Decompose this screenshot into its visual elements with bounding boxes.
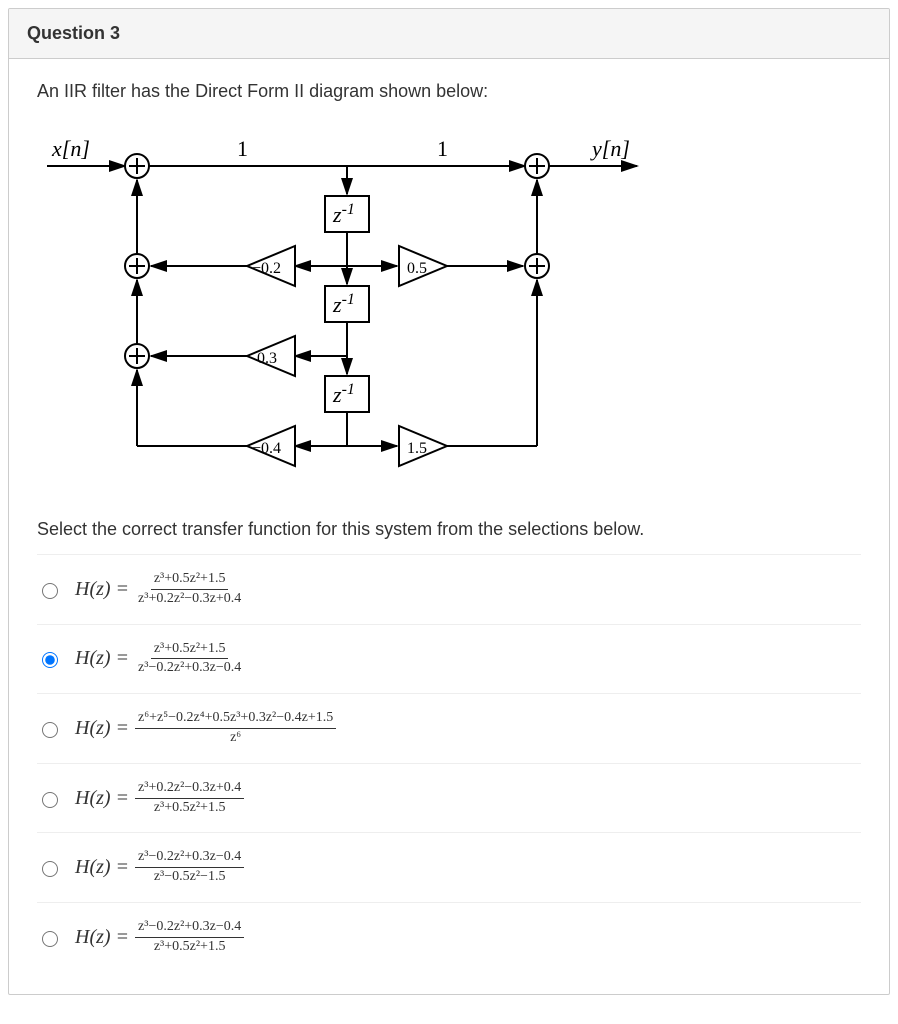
svg-text:0.4: 0.4 bbox=[261, 440, 281, 457]
question-stem: An IIR filter has the Direct Form II dia… bbox=[37, 81, 861, 102]
select-instruction: Select the correct transfer function for… bbox=[37, 519, 861, 540]
svg-text:0.5: 0.5 bbox=[407, 260, 427, 277]
answer-option[interactable]: H(z) = z³−0.2z²+0.3z−0.4z³−0.5z²−1.5 bbox=[37, 832, 861, 902]
answer-option[interactable]: H(z) = z³+0.5z²+1.5z³−0.2z²+0.3z−0.4 bbox=[37, 624, 861, 694]
answer-radio[interactable] bbox=[42, 583, 58, 599]
answer-option[interactable]: H(z) = z⁶+z⁵−0.2z⁴+0.5z³+0.3z²−0.4z+1.5z… bbox=[37, 693, 861, 763]
fraction: z³−0.2z²+0.3z−0.4z³+0.5z²+1.5 bbox=[135, 919, 244, 956]
input-label: x[n] bbox=[51, 136, 90, 161]
top-gain-right: 1 bbox=[437, 136, 448, 161]
answer-formula: H(z) = z³+0.5z²+1.5z³+0.2z²−0.3z+0.4 bbox=[75, 571, 244, 608]
fraction: z³+0.2z²−0.3z+0.4z³+0.5z²+1.5 bbox=[135, 780, 244, 817]
answer-formula: H(z) = z³+0.5z²+1.5z³−0.2z²+0.3z−0.4 bbox=[75, 641, 244, 678]
fraction-numerator: z⁶+z⁵−0.2z⁴+0.5z³+0.3z²−0.4z+1.5 bbox=[135, 710, 336, 729]
fraction: z³+0.5z²+1.5z³+0.2z²−0.3z+0.4 bbox=[135, 571, 244, 608]
answer-radio[interactable] bbox=[42, 652, 58, 668]
answer-option[interactable]: H(z) = z³+0.2z²−0.3z+0.4z³+0.5z²+1.5 bbox=[37, 763, 861, 833]
question-header: Question 3 bbox=[9, 9, 889, 59]
fraction-numerator: z³+0.5z²+1.5 bbox=[151, 571, 229, 590]
svg-text:0.2: 0.2 bbox=[261, 260, 281, 277]
fraction-numerator: z³−0.2z²+0.3z−0.4 bbox=[135, 919, 244, 938]
svg-text:0.3: 0.3 bbox=[257, 350, 277, 367]
fraction: z³+0.5z²+1.5z³−0.2z²+0.3z−0.4 bbox=[135, 641, 244, 678]
svg-text:−: − bbox=[252, 260, 261, 277]
hz-label: H(z) = bbox=[75, 578, 129, 601]
fraction-denominator: z³+0.5z²+1.5 bbox=[151, 938, 229, 956]
svg-text:−: − bbox=[252, 440, 261, 457]
answer-radio[interactable] bbox=[42, 722, 58, 738]
answer-formula: H(z) = z³−0.2z²+0.3z−0.4z³+0.5z²+1.5 bbox=[75, 919, 244, 956]
fraction-numerator: z³+0.2z²−0.3z+0.4 bbox=[135, 780, 244, 799]
svg-text:1.5: 1.5 bbox=[407, 440, 427, 457]
hz-label: H(z) = bbox=[75, 647, 129, 670]
answer-formula: H(z) = z³−0.2z²+0.3z−0.4z³−0.5z²−1.5 bbox=[75, 849, 244, 886]
answer-options: H(z) = z³+0.5z²+1.5z³+0.2z²−0.3z+0.4H(z)… bbox=[37, 554, 861, 972]
question-container: Question 3 An IIR filter has the Direct … bbox=[8, 8, 890, 995]
answer-radio[interactable] bbox=[42, 861, 58, 877]
hz-label: H(z) = bbox=[75, 717, 129, 740]
answer-radio[interactable] bbox=[42, 792, 58, 808]
question-number: Question 3 bbox=[27, 23, 120, 43]
fraction-denominator: z⁶ bbox=[227, 729, 244, 747]
answer-formula: H(z) = z³+0.2z²−0.3z+0.4z³+0.5z²+1.5 bbox=[75, 780, 244, 817]
answer-option[interactable]: H(z) = z³+0.5z²+1.5z³+0.2z²−0.3z+0.4 bbox=[37, 554, 861, 624]
question-body: An IIR filter has the Direct Form II dia… bbox=[9, 59, 889, 994]
fraction-numerator: z³−0.2z²+0.3z−0.4 bbox=[135, 849, 244, 868]
direct-form-ii-svg: x[n] 1 1 y[n] z-1 z-1 bbox=[37, 116, 657, 496]
fraction-denominator: z³−0.2z²+0.3z−0.4 bbox=[135, 659, 244, 677]
output-label: y[n] bbox=[590, 136, 630, 161]
answer-formula: H(z) = z⁶+z⁵−0.2z⁴+0.5z³+0.3z²−0.4z+1.5z… bbox=[75, 710, 336, 747]
fraction: z⁶+z⁵−0.2z⁴+0.5z³+0.3z²−0.4z+1.5z⁶ bbox=[135, 710, 336, 747]
fraction-numerator: z³+0.5z²+1.5 bbox=[151, 641, 229, 660]
top-gain-left: 1 bbox=[237, 136, 248, 161]
hz-label: H(z) = bbox=[75, 787, 129, 810]
fraction-denominator: z³+0.2z²−0.3z+0.4 bbox=[135, 590, 244, 608]
fraction-denominator: z³+0.5z²+1.5 bbox=[151, 799, 229, 817]
fraction: z³−0.2z²+0.3z−0.4z³−0.5z²−1.5 bbox=[135, 849, 244, 886]
hz-label: H(z) = bbox=[75, 856, 129, 879]
fraction-denominator: z³−0.5z²−1.5 bbox=[151, 868, 229, 886]
hz-label: H(z) = bbox=[75, 926, 129, 949]
answer-radio[interactable] bbox=[42, 931, 58, 947]
answer-option[interactable]: H(z) = z³−0.2z²+0.3z−0.4z³+0.5z²+1.5 bbox=[37, 902, 861, 972]
filter-diagram: x[n] 1 1 y[n] z-1 z-1 bbox=[37, 116, 861, 501]
